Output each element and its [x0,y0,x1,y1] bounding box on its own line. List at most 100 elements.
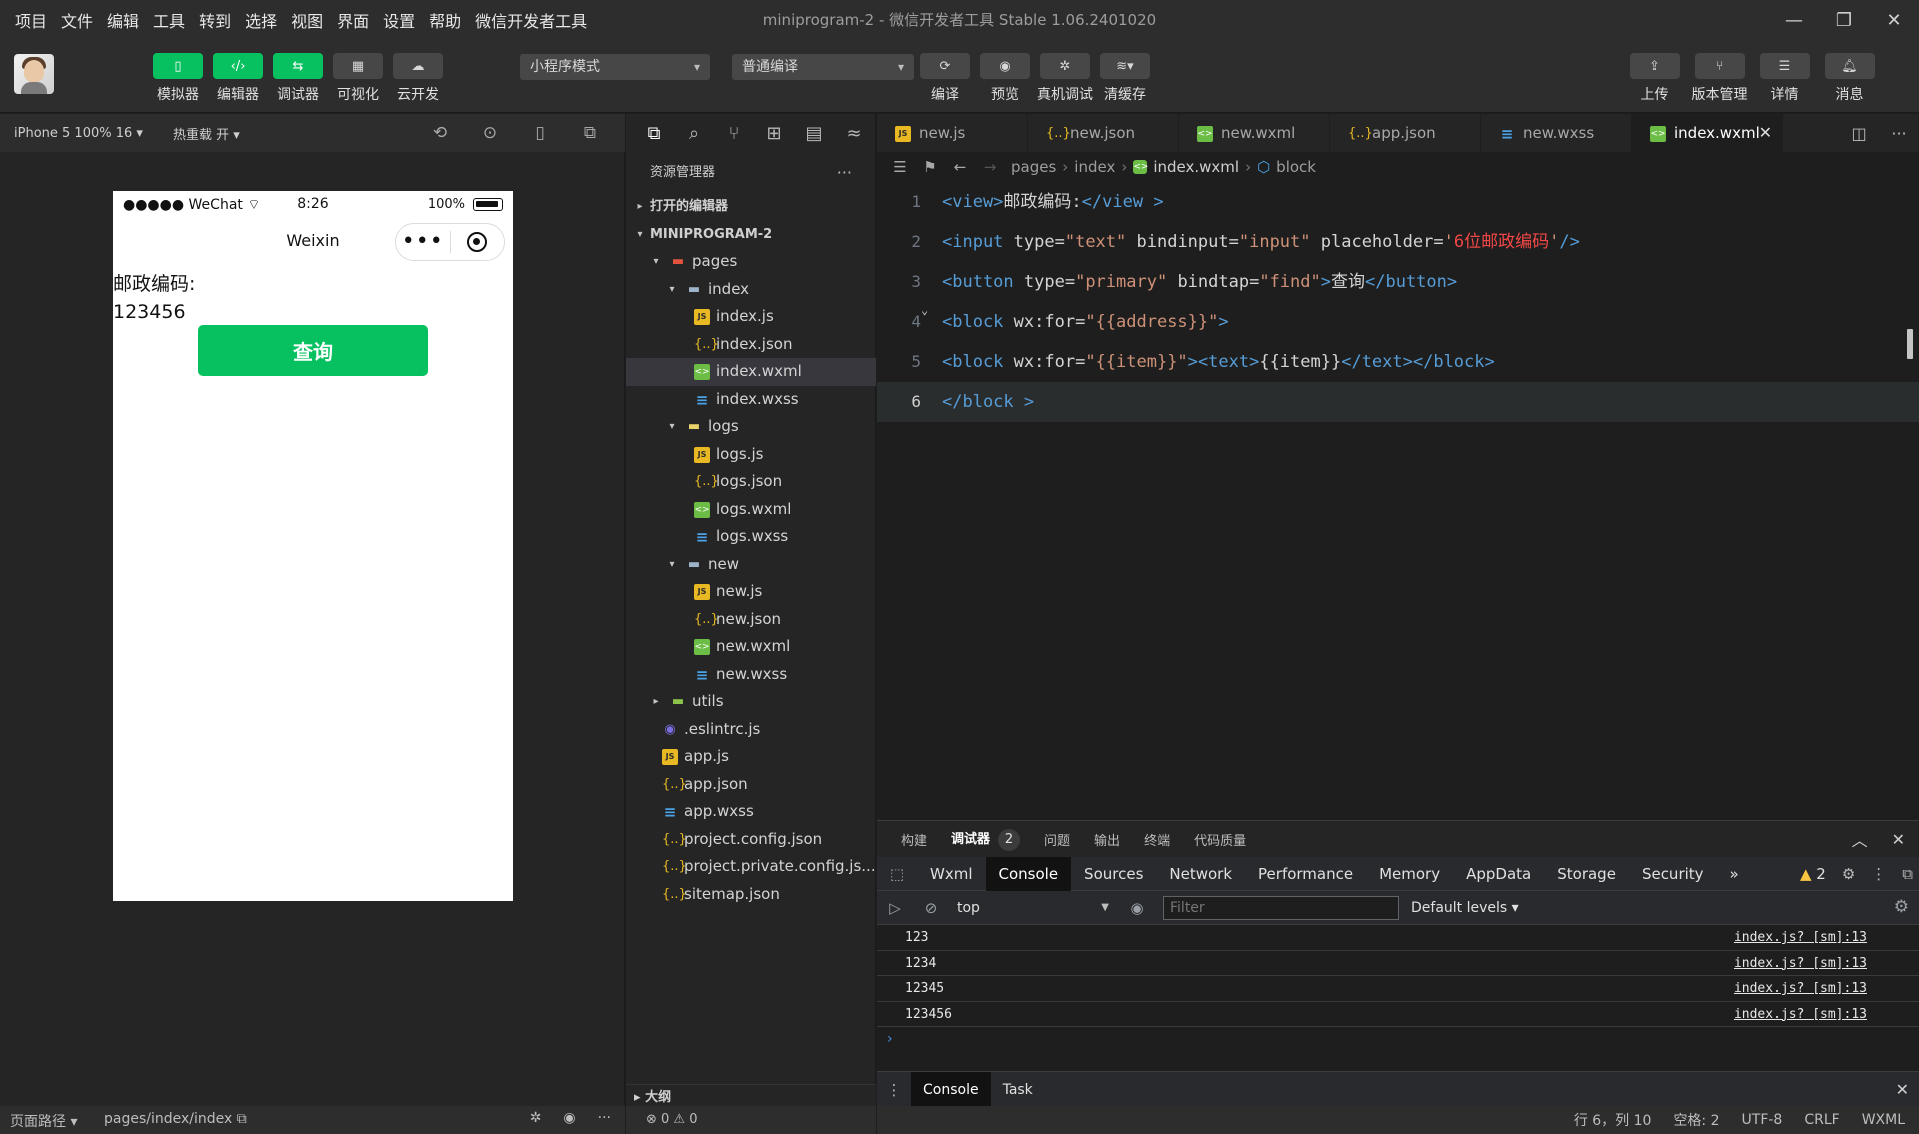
log-levels-select[interactable]: Default levels ▾ [1411,900,1519,916]
minimize-icon[interactable]: — [1769,0,1819,40]
devtools-tab[interactable]: Performance [1245,857,1366,891]
devtools-tab[interactable]: Console [985,856,1072,891]
menu-item-9[interactable]: 帮助 [429,8,461,32]
menu-item-7[interactable]: 界面 [337,8,369,32]
devtools-tab[interactable]: Memory [1366,857,1453,891]
devtools-tab[interactable]: Storage [1544,857,1629,891]
remote-debug-tool[interactable]: ✲ 真机调试 [1035,53,1095,104]
menu-item-4[interactable]: 转到 [199,8,231,32]
tree-item[interactable]: {..} sitemap.json [626,881,876,909]
breadcrumb-pages[interactable]: pages [1011,158,1056,176]
device-select[interactable]: iPhone 5 100% 16 ▾ [14,126,143,141]
eye-icon[interactable]: ◉ [563,1110,575,1126]
detach-window-icon[interactable]: ⧉ [565,123,615,143]
bookmark-icon[interactable]: ⚑ [915,158,945,176]
tree-item[interactable]: ▾ ▬ new [626,551,876,579]
editor-tab[interactable]: <> new.wxml [1179,114,1330,152]
tree-item[interactable]: ≡ logs.wxss [626,523,876,551]
context-select[interactable]: top [949,896,1119,920]
tree-item[interactable]: {..} new.json [626,606,876,634]
more-dots-icon[interactable]: ••• [396,231,450,253]
dock-icon[interactable]: ⧉ [1902,865,1913,883]
devtools-tab[interactable]: Wxml [917,857,986,891]
devtools-tab[interactable]: Network [1156,857,1245,891]
code-line[interactable]: 6 </block > [877,382,1919,422]
indentation[interactable]: 空格: 2 [1673,1110,1719,1130]
section-project[interactable]: ▾ MINIPROGRAM-2 [626,221,876,249]
devtools-tab[interactable]: AppData [1453,857,1544,891]
stop-icon[interactable]: ⊙ [465,123,515,143]
source-control-icon[interactable]: ⑂ [714,123,754,144]
visual-tool[interactable]: ▦ 可视化 [328,53,388,104]
close-tab-icon[interactable]: ✕ [1759,123,1772,142]
storage-icon[interactable]: ▤ [794,123,834,144]
console-prompt[interactable]: › [887,1031,893,1047]
menu-item-0[interactable]: 项目 [15,8,47,32]
log-source-link[interactable]: index.js? [sm]:13 [1734,951,1867,977]
code-editor[interactable]: 1 <view>邮政编码:</view > 2 <input type="text" … [877,182,1919,422]
drawer-menu-icon[interactable]: ⋮ [877,1081,911,1099]
copy-icon[interactable]: ⧉ [237,1111,247,1127]
clear-cache-tool[interactable]: ≋▾ 清缓存 [1095,53,1155,104]
code-line[interactable]: 2 <input type="text" bindinput="input" pl… [877,222,1919,262]
menu-item-2[interactable]: 编辑 [107,8,139,32]
devtools-settings-icon[interactable]: ⚙ [1842,865,1855,883]
tree-item[interactable]: ▾ ▬ pages [626,248,876,276]
breadcrumb-file[interactable]: index.wxml [1153,158,1239,176]
tree-item[interactable]: {..} project.config.json [626,826,876,854]
log-source-link[interactable]: index.js? [sm]:13 [1734,976,1867,1002]
editor-tool[interactable]: ‹/› 编辑器 [208,53,268,104]
warnings-counter[interactable]: ▲ 2 [1800,865,1826,883]
files-icon[interactable]: ⧉ [634,123,674,144]
tree-item[interactable]: {..} logs.json [626,468,876,496]
problems-counter[interactable]: ⊗ 0 ⚠ 0 [626,1106,876,1134]
tree-item[interactable]: {..} index.json [626,331,876,359]
avatar[interactable] [14,54,54,94]
scrollbar-thumb[interactable] [1907,329,1913,359]
panel-tab[interactable]: 代码质量 [1194,830,1246,849]
list-icon[interactable]: ☰ [885,158,915,176]
more-icon[interactable]: ··· [1879,124,1919,143]
close-drawer-icon[interactable]: ✕ [1896,1072,1909,1108]
code-line[interactable]: 3 <button type="primary" bindtap="find">查… [877,262,1919,302]
code-line[interactable]: 4 ⌄ <block wx:for="{{address}}"> [877,302,1919,342]
tree-item[interactable]: <> new.wxml [626,633,876,661]
rotate-icon[interactable]: ⟲ [415,123,465,143]
menu-item-10[interactable]: 微信开发者工具 [475,8,587,32]
close-miniprogram-icon[interactable] [450,232,504,252]
console-settings-icon[interactable]: ⚙ [1894,897,1909,917]
page-path-select[interactable]: 页面路径 ▾ [10,1111,77,1131]
editor-tab[interactable]: <> index.wxml ✕ [1632,114,1783,152]
messages-tool[interactable]: 🔔︎ 消息 [1817,53,1882,104]
preview-tool[interactable]: ◉ 预览 [975,53,1035,104]
hot-reload-select[interactable]: 热重载 开 ▾ [173,124,240,143]
breadcrumb-index[interactable]: index [1074,158,1115,176]
cloud-tool[interactable]: ☁ 云开发 [388,53,448,104]
version-tool[interactable]: ⑂ 版本管理 [1687,53,1752,104]
close-panel-icon[interactable]: ✕ [1892,830,1905,849]
panel-tab[interactable]: 问题 [1044,830,1070,849]
tree-item[interactable]: ▸ ▬ utils [626,688,876,716]
cursor-position[interactable]: 行 6，列 10 [1574,1110,1652,1130]
drawer-tab-task[interactable]: Task [991,1072,1045,1108]
upload-tool[interactable]: ⇪ 上传 [1622,53,1687,104]
tree-item[interactable]: ≡ new.wxss [626,661,876,689]
tree-item[interactable]: ▾ ▬ index [626,276,876,304]
tree-item[interactable]: ▾ ▬ logs [626,413,876,441]
docker-icon[interactable]: ≈ [834,123,874,144]
editor-tab[interactable]: {..} app.json [1330,114,1481,152]
device-icon[interactable]: ▯ [515,123,565,143]
fold-chevron-icon[interactable]: ⌄ [921,290,928,330]
line-ending[interactable]: CRLF [1804,1112,1839,1128]
zipcode-input[interactable] [113,298,193,325]
clear-console-icon[interactable]: ⊘ [913,899,949,917]
breadcrumb-symbol[interactable]: block [1276,158,1316,176]
encoding[interactable]: UTF-8 [1742,1112,1783,1128]
compile-select[interactable]: 普通编译 [732,54,914,80]
more-tabs-icon[interactable]: » [1717,857,1752,891]
devtools-menu-icon[interactable]: ⋮ [1871,865,1886,883]
simulator-tool[interactable]: ▯ 模拟器 [148,53,208,104]
drawer-tab-console[interactable]: Console [911,1071,991,1108]
menu-item-3[interactable]: 工具 [153,8,185,32]
tree-item[interactable]: JS index.js [626,303,876,331]
